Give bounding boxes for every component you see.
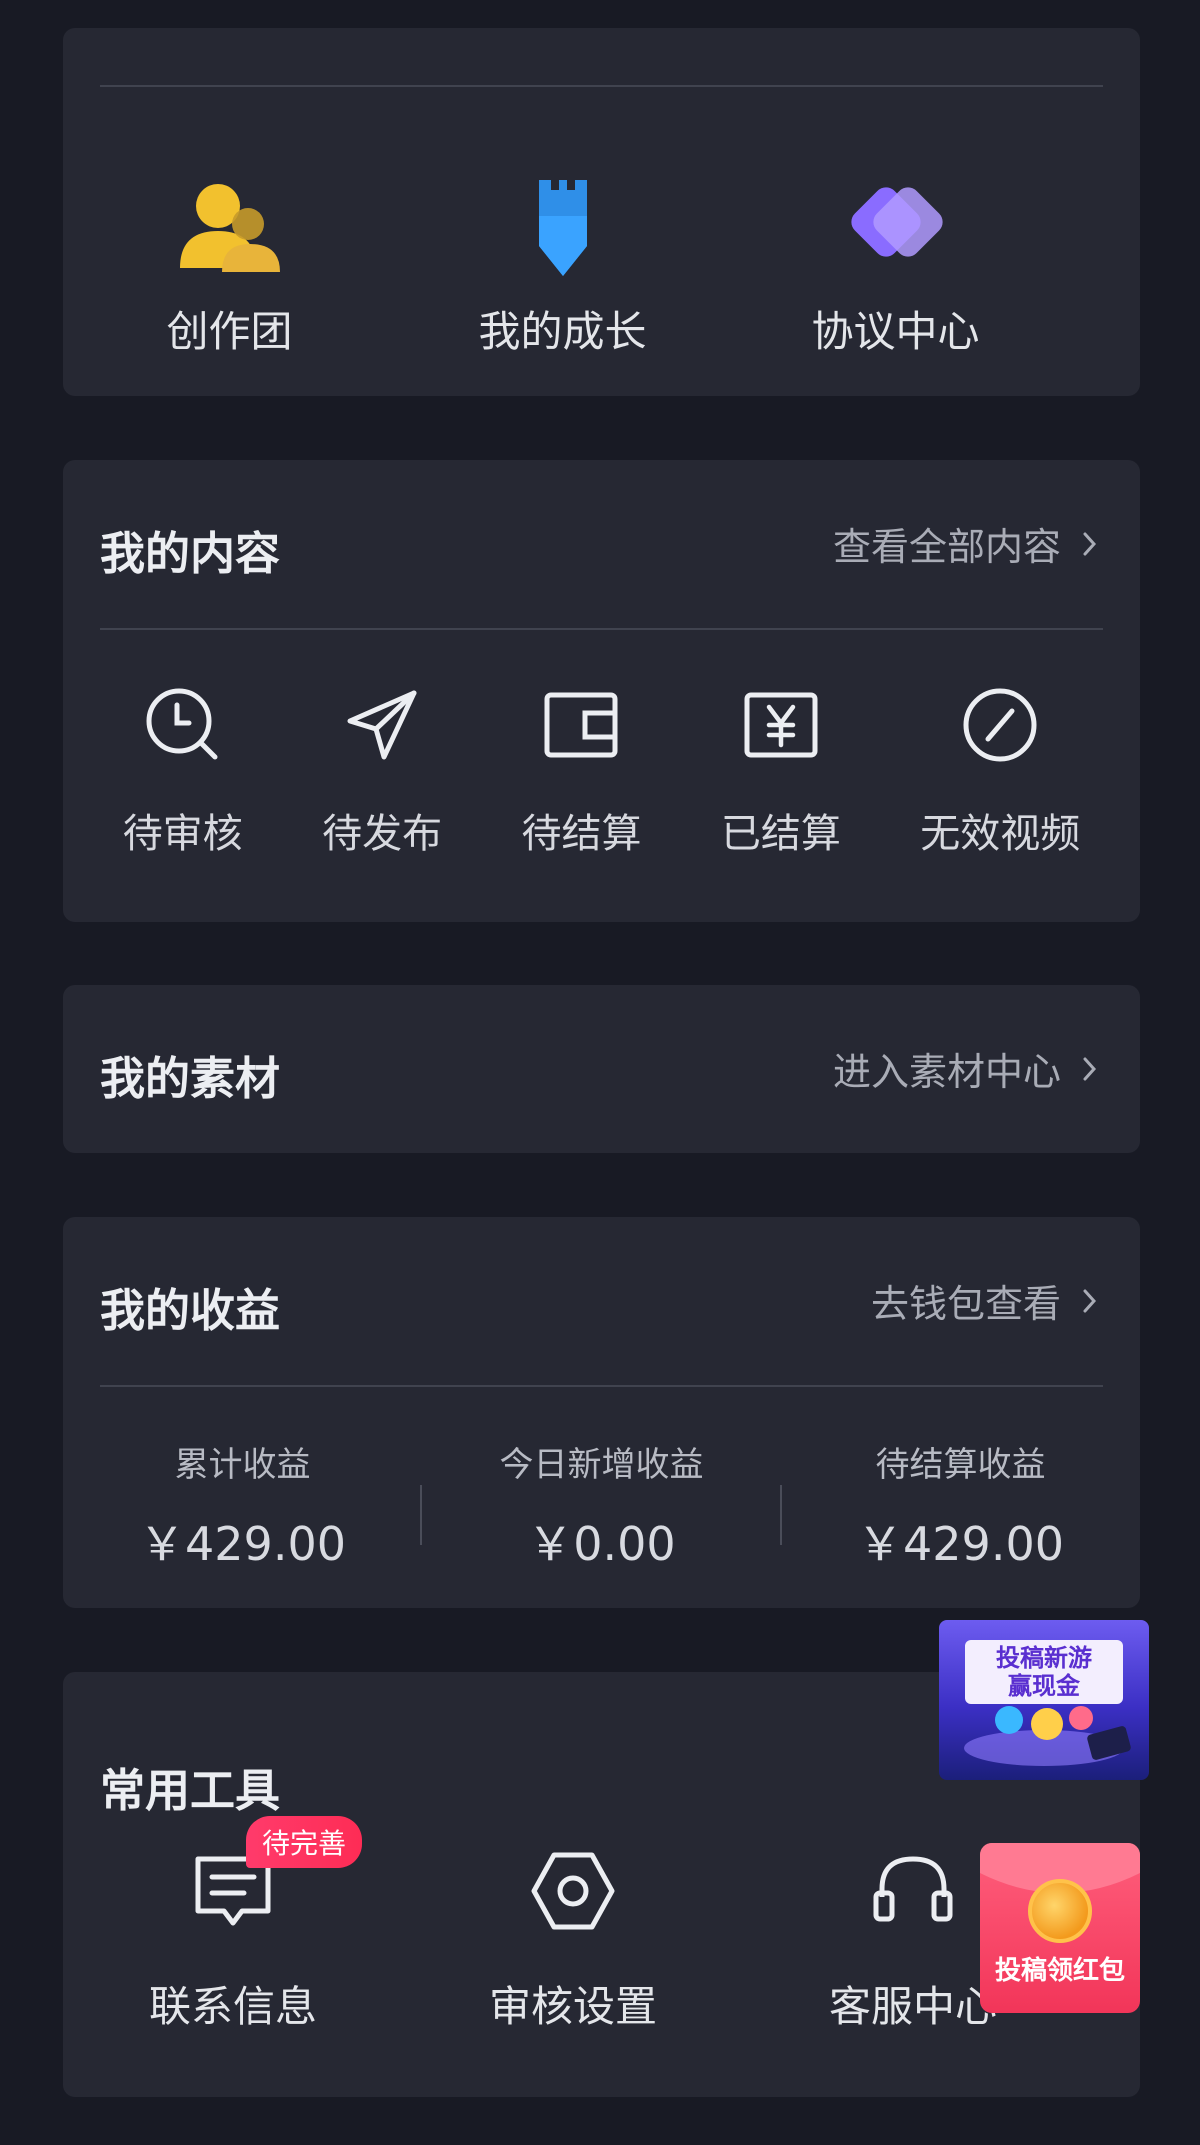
tool-label: 客服中心	[828, 1982, 997, 2031]
content-status-row: 待审核 待发布 待结算 已结算 无效视频	[63, 685, 1140, 859]
status-label: 待发布	[322, 811, 443, 857]
earnings-stats-row: 累计收益 ￥429.00 今日新增收益 ￥0.00 待结算收益 ￥429.00	[63, 1437, 1140, 1574]
tools-row: 联系信息 审核设置 客服中心	[63, 1847, 1140, 2034]
growth-tower-icon	[538, 180, 587, 276]
section-title: 我的素材	[100, 1052, 281, 1105]
go-to-wallet-link[interactable]: 去钱包查看	[871, 1273, 1103, 1328]
status-label: 已结算	[720, 811, 841, 857]
status-pending-settlement[interactable]: 待结算	[521, 685, 641, 859]
chevron-right-icon	[1083, 1289, 1097, 1312]
yen-receipt-icon	[744, 692, 818, 758]
tool-label: 联系信息	[148, 1982, 317, 2031]
stat-label: 今日新增收益	[499, 1445, 704, 1485]
earnings-today: 今日新增收益 ￥0.00	[422, 1437, 781, 1574]
paper-plane-icon	[347, 690, 417, 760]
tool-label: 审核设置	[488, 1982, 657, 2031]
status-label: 无效视频	[920, 811, 1081, 857]
hexagon-settings-icon	[531, 1852, 615, 1930]
section-title: 我的收益	[100, 1284, 281, 1337]
new-game-promo-banner[interactable]: 投稿新游 赢现金	[939, 1620, 1149, 1780]
link-label: 查看全部内容	[832, 525, 1061, 569]
tool-review-settings[interactable]: 审核设置	[403, 1847, 743, 2034]
section-title: 我的内容	[100, 527, 281, 580]
status-settled[interactable]: 已结算	[721, 685, 841, 859]
earnings-pending: 待结算收益 ￥429.00	[781, 1437, 1140, 1574]
my-material-card[interactable]: 我的素材 进入素材中心	[63, 985, 1140, 1153]
shortcut-agreement-center[interactable]: 协议中心	[729, 176, 1062, 359]
invalid-slash-icon	[963, 688, 1037, 762]
chevron-right-icon	[1083, 532, 1097, 555]
shortcut-my-growth[interactable]: 我的成长	[396, 176, 729, 359]
status-invalid-video[interactable]: 无效视频	[920, 685, 1080, 859]
red-packet-button[interactable]: 投稿领红包	[980, 1843, 1140, 2013]
view-all-content-link[interactable]: 查看全部内容	[833, 516, 1103, 571]
link-label: 去钱包查看	[870, 1282, 1061, 1326]
headset-icon	[873, 1856, 953, 1922]
creator-center-page: 创作团 我的成长 协议中心 我的内容 查看全部内容 待审核 待发布 待结算 已结…	[0, 0, 1200, 2145]
tool-contact-info[interactable]: 联系信息	[63, 1847, 403, 2034]
chevron-right-icon	[1083, 1057, 1097, 1080]
stat-label: 累计收益	[174, 1445, 311, 1485]
divider	[100, 628, 1103, 630]
shortcuts-row: 创作团 我的成长 协议中心	[63, 176, 1140, 359]
clock-search-icon	[146, 688, 218, 760]
link-label: 进入素材中心	[832, 1050, 1061, 1094]
shortcut-label: 创作团	[166, 307, 293, 356]
wallet-icon	[544, 692, 618, 758]
gold-coin-icon	[1028, 1879, 1092, 1943]
status-pending-publish[interactable]: 待发布	[322, 685, 442, 859]
red-packet-text: 投稿领红包	[994, 1956, 1125, 1986]
earnings-total: 累计收益 ￥429.00	[63, 1437, 422, 1574]
status-pending-review[interactable]: 待审核	[123, 685, 243, 859]
enter-material-center-link[interactable]: 进入素材中心	[833, 1041, 1103, 1096]
divider	[100, 1385, 1103, 1387]
stat-label: 待结算收益	[875, 1445, 1046, 1485]
section-title: 常用工具	[100, 1764, 281, 1817]
agreement-handshake-icon	[850, 187, 943, 257]
my-earnings-card: 我的收益 去钱包查看 累计收益 ￥429.00 今日新增收益 ￥0.00 待结算…	[63, 1217, 1140, 1608]
shortcut-label: 我的成长	[478, 307, 647, 356]
incomplete-badge: 待完善	[246, 1816, 363, 1868]
shortcut-creator-team[interactable]: 创作团	[63, 176, 396, 359]
status-label: 待结算	[521, 811, 642, 857]
stat-value: ￥429.00	[139, 1517, 346, 1571]
stat-value: ￥0.00	[527, 1517, 676, 1571]
shortcut-label: 协议中心	[811, 307, 980, 356]
stat-value: ￥429.00	[857, 1517, 1064, 1571]
divider	[100, 85, 1103, 87]
status-label: 待审核	[122, 811, 243, 857]
my-content-card: 我的内容 查看全部内容 待审核 待发布 待结算 已结算 无效视频	[63, 460, 1140, 922]
creator-team-icon	[179, 184, 280, 272]
promo-illustration-icon	[964, 1706, 1131, 1766]
shortcuts-card: 创作团 我的成长 协议中心	[63, 28, 1140, 396]
